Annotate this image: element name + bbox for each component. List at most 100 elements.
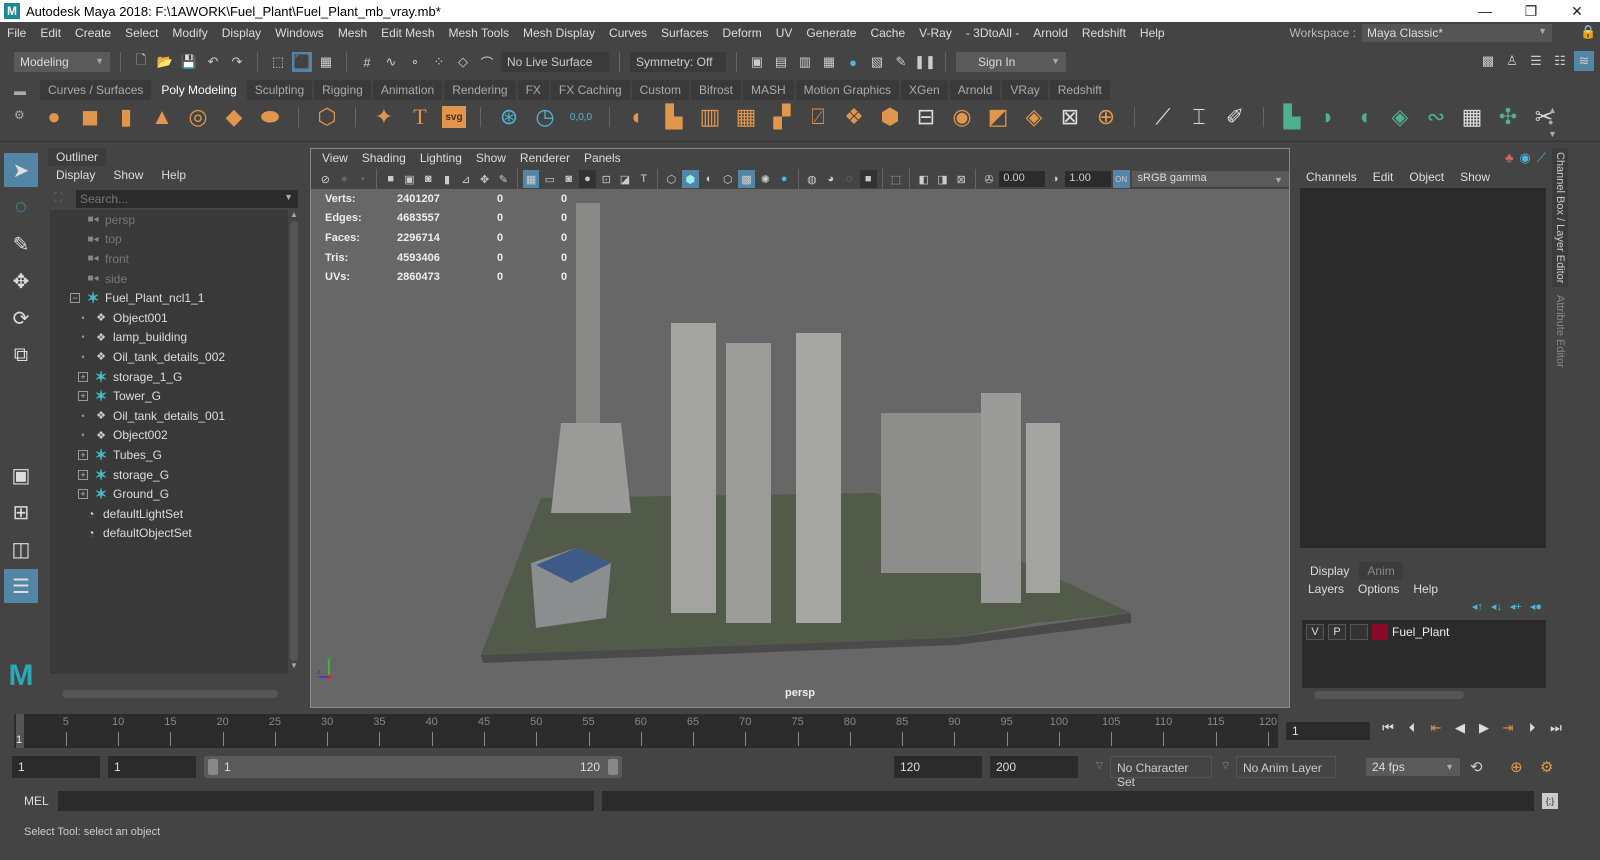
outliner-item[interactable]: + ✶ Ground_G — [50, 484, 288, 504]
layer-menu-help[interactable]: Help — [1413, 582, 1438, 596]
snap-point-icon[interactable]: ∘ — [405, 52, 425, 72]
shelf-scroll[interactable]: ▲ ● ▼ — [1548, 104, 1557, 140]
shelf-tab-poly-modeling[interactable]: Poly Modeling — [153, 80, 245, 100]
outliner-layout-icon[interactable]: ☰ — [4, 569, 38, 603]
shelf-tab-fx-caching[interactable]: FX Caching — [550, 80, 630, 100]
expand-icon[interactable]: + — [78, 371, 88, 382]
playback-start-field[interactable]: 1 — [108, 756, 196, 778]
loop-icon[interactable]: ⟲ — [1470, 758, 1483, 776]
select-object-icon[interactable]: ⬛ — [292, 52, 312, 72]
bridge-icon[interactable]: ▥ — [696, 103, 724, 131]
resolution-gate-icon[interactable]: ◙ — [560, 170, 577, 188]
outliner-item[interactable]: ■◂ top — [50, 230, 288, 250]
vp-menu-renderer[interactable]: Renderer — [515, 151, 575, 167]
snap-curve-icon[interactable]: ∿ — [381, 52, 401, 72]
new-layer-icon[interactable]: ◂+ — [1510, 600, 1522, 613]
shelf-tab-mash[interactable]: MASH — [742, 80, 794, 100]
script-editor-icon[interactable]: {;} — [1542, 793, 1558, 809]
render-frame-icon[interactable]: ▤ — [771, 52, 791, 72]
go-to-start-icon[interactable]: ⏮ — [1378, 720, 1398, 736]
go-to-end-icon[interactable]: ⏭ — [1546, 720, 1566, 736]
poly-plane-icon[interactable]: ◆ — [220, 103, 248, 131]
ambient-occlusion-icon[interactable]: ◍ — [804, 170, 821, 188]
outliner-item[interactable]: ■◂ persp — [50, 210, 288, 230]
new-scene-icon[interactable]: 🗋 — [131, 52, 151, 72]
depth-of-field-icon[interactable]: ■ — [859, 170, 877, 188]
vp-menu-view[interactable]: View — [317, 151, 353, 167]
svg-icon[interactable]: svg — [442, 106, 466, 128]
snap-grid-icon[interactable]: # — [357, 52, 377, 72]
mirror-icon[interactable]: ◩ — [984, 103, 1012, 131]
menu-3dtoall[interactable]: - 3DtoAll - — [959, 26, 1026, 40]
layer-playback-toggle[interactable]: P — [1328, 624, 1346, 640]
xray-active-icon[interactable]: ⊠ — [953, 170, 970, 188]
layer-tab-anim[interactable]: Anim — [1359, 562, 1403, 580]
menu-arnold[interactable]: Arnold — [1026, 26, 1075, 40]
outliner-horizontal-scrollbar[interactable] — [52, 688, 288, 700]
workspace-dropdown[interactable]: Maya Classic* — [1362, 24, 1552, 42]
outliner-item[interactable]: ■◂ side — [50, 269, 288, 289]
menu-file[interactable]: File — [0, 26, 33, 40]
menu-v-ray[interactable]: V-Ray — [912, 26, 959, 40]
insert-edge-loop-icon[interactable]: ⊟ — [912, 103, 940, 131]
minimize-button[interactable]: — — [1462, 0, 1508, 22]
anti-aliasing-icon[interactable]: ◌ — [841, 170, 858, 188]
lock-camera-icon[interactable]: ▣ — [401, 170, 418, 188]
filter-icon[interactable]: ⛶ — [54, 190, 62, 205]
current-frame-field[interactable]: 1 — [1286, 722, 1370, 740]
poly-cone-icon[interactable]: ▲ — [148, 103, 176, 131]
gamma-field[interactable]: 1.00 — [1065, 171, 1111, 187]
snap-view-plane-icon[interactable]: ⁘ — [429, 52, 449, 72]
move-layer-down-icon[interactable]: ◂↓ — [1491, 600, 1502, 613]
move-tool-icon[interactable]: ✥ — [4, 264, 38, 298]
menu-create[interactable]: Create — [68, 26, 118, 40]
freeze-transform-icon[interactable]: 0,0,0 — [567, 103, 595, 131]
field-chart-icon[interactable]: ⊡ — [598, 170, 615, 188]
camera-snapshot-icon[interactable]: ◙ — [420, 170, 437, 188]
shelf-tab-fx[interactable]: FX — [517, 80, 549, 100]
human-ik-icon[interactable]: ♙ — [1502, 51, 1522, 71]
reduce-icon[interactable]: ⊠ — [1056, 103, 1084, 131]
color-management-toggle-icon[interactable]: ON — [1112, 170, 1130, 188]
outliner-item[interactable]: + ✶ storage_1_G — [50, 367, 288, 387]
crease-tool-icon[interactable]: ⟋ — [1149, 103, 1177, 131]
step-forward-frame-icon[interactable]: ⏵ — [1522, 720, 1542, 736]
exposure-field[interactable]: 0.00 — [999, 171, 1045, 187]
poly-sphere-icon[interactable]: ● — [40, 103, 68, 131]
super-shape-icon[interactable]: ✦ — [370, 103, 398, 131]
auto-key-icon[interactable]: ⊕ — [1510, 758, 1523, 776]
cb-menu-object[interactable]: Object — [1409, 170, 1444, 184]
outliner-item[interactable]: + ✶ Tubes_G — [50, 445, 288, 465]
camera-icon[interactable]: ■ — [382, 170, 399, 188]
layer-tab-display[interactable]: Display — [1302, 562, 1358, 580]
shelf-tab-redshift[interactable]: Redshift — [1049, 80, 1110, 100]
multicut-icon[interactable]: ⍁ — [804, 103, 832, 131]
view-transform-dropdown[interactable]: sRGB gamma — [1131, 171, 1289, 187]
menu-display[interactable]: Display — [215, 26, 268, 40]
film-gate-icon[interactable]: ▭ — [541, 170, 558, 188]
maximize-button[interactable]: ❐ — [1508, 0, 1554, 22]
image-plane-icon[interactable]: ⊿ — [457, 170, 474, 188]
lasso-tool-icon[interactable]: ◌ — [4, 190, 38, 224]
mel-input[interactable] — [58, 791, 594, 811]
outliner-item[interactable]: • ❖ Oil_tank_details_001 — [50, 406, 288, 426]
step-forward-key-icon[interactable]: ⇥ — [1498, 720, 1518, 736]
live-surface-field[interactable]: No Live Surface — [501, 52, 609, 72]
outliner-search-input[interactable]: Search... — [76, 190, 298, 208]
expand-icon[interactable]: + — [78, 449, 88, 460]
uv-planar-icon[interactable]: ▙ — [1278, 103, 1306, 131]
uv-editor-icon[interactable]: ▦ — [1458, 103, 1486, 131]
menu-set-dropdown[interactable]: Modeling — [14, 52, 110, 72]
expand-icon[interactable]: + — [78, 391, 88, 402]
2d-pan-zoom-icon[interactable]: ✥ — [476, 170, 493, 188]
current-frame-marker[interactable]: 1 — [16, 714, 24, 748]
channel-box-layer-editor-tab[interactable]: Channel Box / Layer Editor — [1552, 148, 1568, 288]
hypershade-icon[interactable]: ● — [843, 52, 863, 72]
poly-cylinder-icon[interactable]: ▮ — [112, 103, 140, 131]
time-slider[interactable]: 1 5 10 15 20 25 30 35 40 45 50 55 60 65 70 75 80 85 90 95 1… — [14, 714, 1278, 748]
shadows-icon[interactable]: ● — [776, 170, 793, 188]
menu-windows[interactable]: Windows — [268, 26, 331, 40]
default-material-icon[interactable]: ◐ — [701, 170, 718, 188]
range-end-handle[interactable] — [608, 759, 618, 775]
menu-mesh[interactable]: Mesh — [331, 26, 374, 40]
